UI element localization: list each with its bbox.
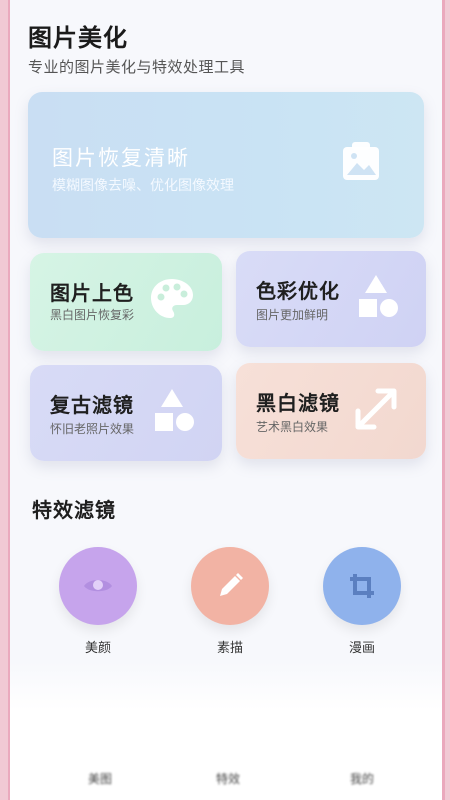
page-subtitle: 专业的图片美化与特效处理工具	[28, 58, 246, 76]
vintage-filter-card[interactable]: 复古滤镜 怀旧老照片效果	[30, 365, 222, 461]
card-subtitle: 模糊图像去噪、优化图像效理	[52, 178, 234, 194]
card-subtitle: 图片更加鲜明	[256, 308, 329, 322]
card-subtitle: 怀旧老照片效果	[50, 422, 135, 436]
effect-label: 漫画	[348, 641, 375, 656]
tab-effects[interactable]: 特效	[216, 770, 240, 787]
card-subtitle: 艺术黑白效果	[256, 420, 329, 434]
color-optimize-card[interactable]: 色彩优化 图片更加鲜明	[236, 251, 426, 347]
card-title: 图片恢复清晰	[52, 146, 190, 170]
tab-home[interactable]: 美图	[88, 770, 112, 787]
effect-label: 美颜	[84, 641, 111, 656]
shapes-icon	[359, 275, 398, 317]
card-title: 黑白滤镜	[256, 391, 340, 415]
tab-profile[interactable]: 我的	[350, 770, 374, 787]
sketch-effect-button[interactable]: 素描	[190, 547, 270, 656]
page-title: 图片美化	[28, 24, 128, 52]
card-title: 色彩优化	[256, 279, 340, 303]
effect-label: 素描	[216, 641, 243, 656]
palette-icon	[151, 279, 193, 318]
beauty-effect-button[interactable]: 美颜	[58, 547, 138, 656]
bw-filter-card[interactable]: 黑白滤镜 艺术黑白效果	[236, 363, 426, 459]
card-subtitle: 黑白图片恢复彩色	[50, 308, 135, 322]
image-icon	[343, 142, 379, 180]
comic-effect-button[interactable]: 漫画	[322, 547, 402, 656]
card-title: 图片上色	[50, 281, 134, 305]
crop-icon	[350, 574, 374, 598]
effects-section-title: 特效滤镜	[32, 498, 116, 522]
restore-clarity-card[interactable]: 图片恢复清晰 模糊图像去噪、优化图像效理	[28, 92, 424, 238]
card-title: 复古滤镜	[50, 393, 134, 417]
expand-arrows-icon	[355, 388, 397, 430]
colorize-card[interactable]: 图片上色 黑白图片恢复彩色	[30, 253, 222, 351]
bottom-tab-bar: 美图 特效 我的	[10, 770, 442, 800]
shapes-icon	[155, 389, 194, 431]
app-screen: 图片美化 专业的图片美化与特效处理工具 图片恢复清晰 模糊图像去噪、优化图像效理…	[8, 0, 445, 800]
effect-circle[interactable]	[191, 547, 269, 625]
effect-circle[interactable]	[59, 547, 137, 625]
effect-circle[interactable]	[323, 547, 401, 625]
eye-icon	[84, 580, 112, 592]
pencil-icon	[220, 573, 243, 596]
